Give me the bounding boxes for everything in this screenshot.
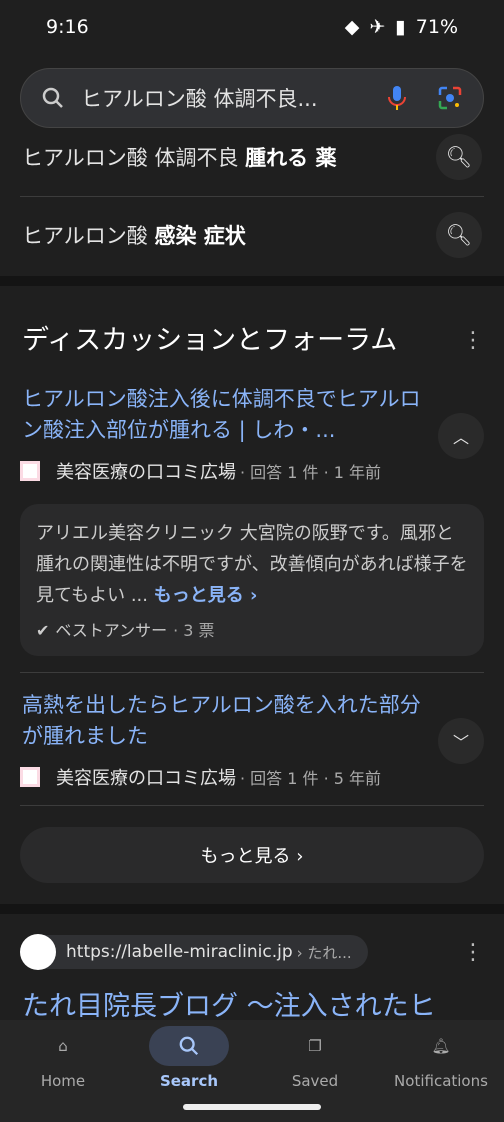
source-name: 美容医療の口コミ広場 xyxy=(56,462,236,483)
more-button[interactable]: もっと見る › xyxy=(20,827,484,883)
url-crumb: › たれ... xyxy=(296,943,352,962)
discussion-source: 美容医療の口コミ広場 · 回答 1 件 · 1 年前 xyxy=(20,458,381,484)
search-icon[interactable]: 🔍︎ xyxy=(436,212,482,258)
status-time: 9:16 xyxy=(46,16,89,38)
discussion-source: 美容医療の口コミ広場 · 回答 1 件 · 5 年前 xyxy=(20,764,381,790)
nav-notifications[interactable]: 🔔︎ Notifications xyxy=(378,1020,504,1122)
result-title[interactable]: たれ目院長ブログ 〜注入されたヒ xyxy=(22,984,436,1023)
suggestion-bold: 感染 症状 xyxy=(154,224,246,248)
battery-icon: ▮ xyxy=(395,16,406,38)
source-meta: · 回答 1 件 · 1 年前 xyxy=(240,463,382,482)
discussion-link[interactable]: 高熱を出したらヒアルロン酸を入れた部分が腫れました xyxy=(22,690,422,752)
suggestion-item[interactable]: ヒアルロン酸 感染 症状 🔍︎ xyxy=(0,196,504,274)
nav-label: Notifications xyxy=(394,1072,488,1090)
site-logo xyxy=(20,934,56,970)
url-text: https://labelle-miraclinic.jp xyxy=(66,942,293,962)
suggestion-item[interactable]: ヒアルロン酸 体調不良 腫れる 薬 🔍︎ xyxy=(0,118,504,196)
discussion-link[interactable]: ヒアルロン酸注入後に体調不良でヒアルロン酸注入部位が腫れる | しわ・... xyxy=(22,384,422,446)
chevron-up-icon[interactable]: ︿ xyxy=(438,413,484,459)
microphone-icon[interactable] xyxy=(385,84,409,112)
source-name: 美容医療の口コミ広場 xyxy=(56,768,236,789)
result-url[interactable]: https://labelle-miraclinic.jp › たれ... xyxy=(20,934,368,970)
section-separator xyxy=(0,276,504,286)
search-icon[interactable]: 🔍︎ xyxy=(436,134,482,180)
suggestion-text: ヒアルロン酸 体調不良 xyxy=(22,146,246,170)
nav-label: Saved xyxy=(291,1072,339,1090)
nav-label: Search xyxy=(159,1072,219,1090)
wifi-icon: ◆ xyxy=(344,16,360,38)
bell-icon: 🔔︎ xyxy=(431,1037,451,1055)
search-icon xyxy=(42,87,63,108)
nav-home[interactable]: ⌂ Home xyxy=(0,1020,126,1122)
suggestion-bold: 腫れる 薬 xyxy=(245,146,337,170)
votes: · 3 票 xyxy=(173,621,215,640)
lens-icon[interactable] xyxy=(437,85,463,111)
home-icon: ⌂ xyxy=(58,1037,68,1055)
suggestion-text: ヒアルロン酸 xyxy=(22,224,155,248)
chevron-down-icon[interactable]: ﹀ xyxy=(438,718,484,764)
divider xyxy=(20,805,484,806)
best-answer-label: ベストアンサー xyxy=(55,621,168,640)
divider xyxy=(20,672,484,673)
check-circle-icon: ✔ xyxy=(36,621,50,640)
status-icons: ◆ ✈ ▮ 71% xyxy=(345,16,458,38)
favicon xyxy=(20,767,40,787)
search-input[interactable]: ヒアルロン酸 体調不良... xyxy=(81,83,385,113)
search-icon xyxy=(149,1026,229,1066)
airplane-icon: ✈ xyxy=(369,16,386,38)
battery-level: 71% xyxy=(415,16,458,38)
favicon xyxy=(20,461,40,481)
source-meta: · 回答 1 件 · 5 年前 xyxy=(240,769,382,788)
more-options-icon[interactable]: ⋮ xyxy=(462,328,484,353)
gesture-handle[interactable] xyxy=(183,1104,321,1110)
more-options-icon[interactable]: ⋮ xyxy=(462,940,484,965)
bookmarks-icon: ❐ xyxy=(308,1037,322,1055)
section-separator xyxy=(0,904,504,914)
nav-label: Home xyxy=(40,1072,86,1090)
answer-card[interactable]: アリエル美容クリニック 大宮院の阪野です。風邪と腫れの関連性は不明ですが、改善傾… xyxy=(20,504,484,656)
more-link[interactable]: もっと見る › xyxy=(154,585,258,606)
section-title: ディスカッションとフォーラム xyxy=(22,325,398,356)
